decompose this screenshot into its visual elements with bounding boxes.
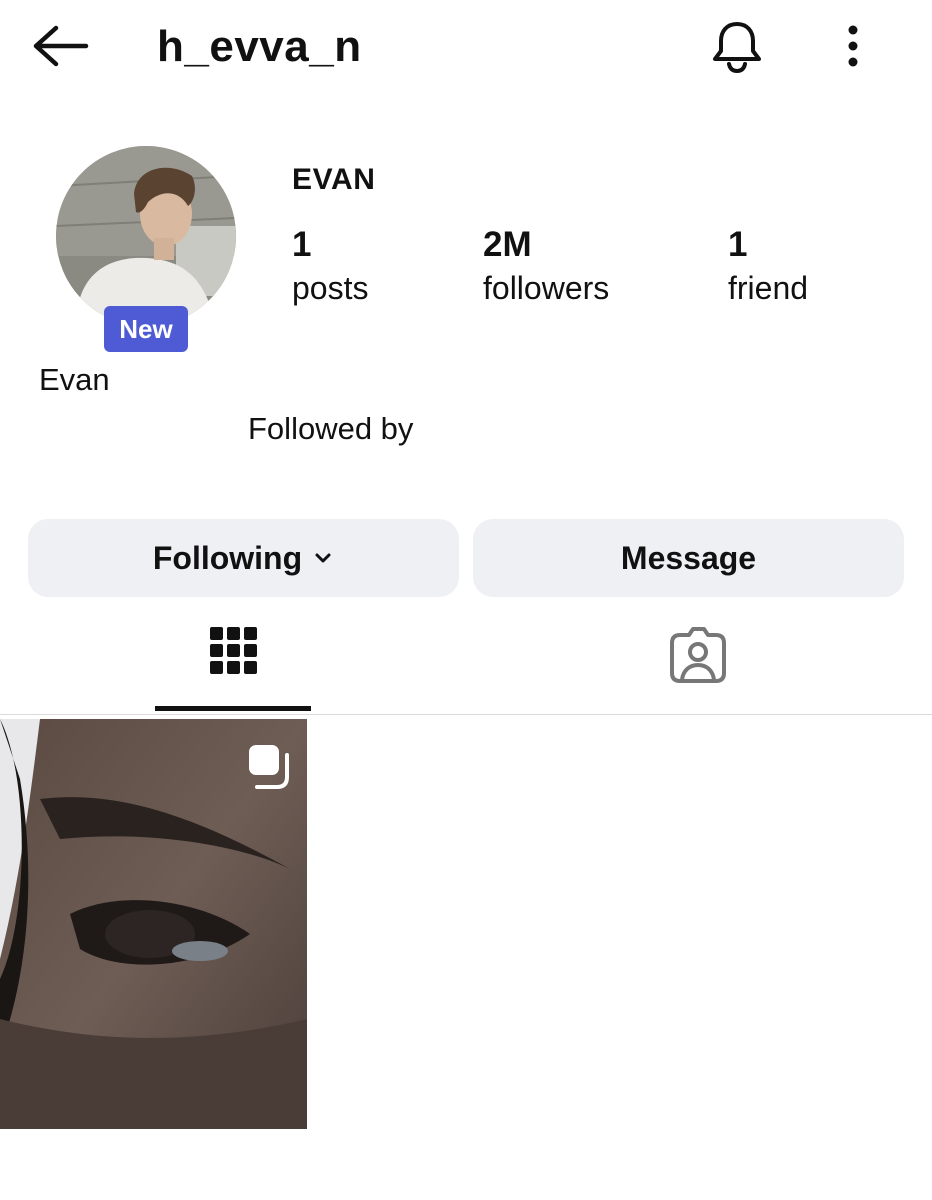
stat-friends[interactable]: 1 friend [728,224,808,310]
more-options-button[interactable] [836,22,870,70]
grid-icon [210,627,257,674]
bio-name: Evan [39,362,110,397]
stat-label: posts [292,270,369,306]
stat-label: followers [483,270,610,306]
bell-icon [713,22,761,74]
stat-value: 1 [728,225,748,264]
stat-value: 1 [292,225,312,264]
more-vertical-icon [848,25,858,67]
tab-tagged[interactable] [620,605,776,713]
post-thumbnail[interactable] [0,719,307,1129]
new-badge: New [104,306,188,352]
multiple-posts-icon [249,745,289,789]
profile-header: h_evva_n [0,0,932,95]
profile-username: h_evva_n [157,22,362,71]
active-tab-indicator [155,706,311,711]
stat-posts: 1 posts [292,224,368,310]
message-button[interactable]: Message [473,519,904,597]
stat-label: friend [728,270,809,306]
message-button-label: Message [620,539,757,576]
avatar-photo [56,146,236,326]
stat-value: 2M [483,225,532,264]
profile-tabs [0,605,932,715]
following-button-label: Following [152,539,303,576]
notifications-button[interactable] [708,18,766,76]
chevron-down-icon [315,553,331,563]
stat-followers[interactable]: 2M followers [483,224,609,310]
following-button[interactable]: Following [28,519,459,597]
back-button[interactable] [28,22,90,70]
tagged-user-icon [670,627,726,683]
arrow-left-icon [33,25,89,67]
profile-avatar[interactable] [56,146,236,326]
followed-by-text[interactable]: Followed by [248,411,413,447]
profile-display-name: EVAN [292,163,376,196]
tab-posts-grid[interactable] [155,605,311,713]
